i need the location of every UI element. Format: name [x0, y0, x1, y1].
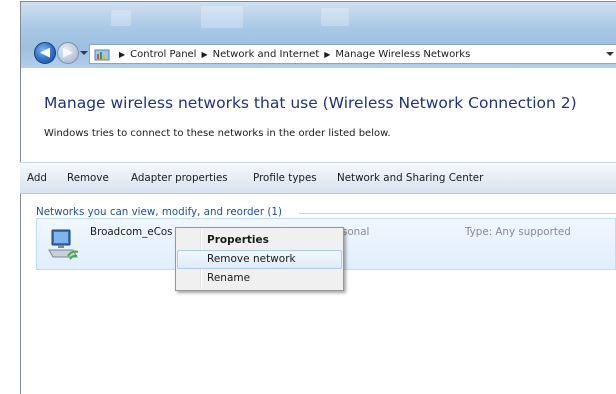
- recent-pages-dropdown-icon[interactable]: [80, 51, 88, 55]
- menu-item-rename[interactable]: Rename: [177, 269, 342, 288]
- adapter-properties-button[interactable]: Adapter properties: [131, 172, 228, 184]
- menu-item-remove-network[interactable]: Remove network: [177, 250, 342, 269]
- breadcrumb-network-and-internet[interactable]: Network and Internet: [213, 49, 320, 60]
- remove-button[interactable]: Remove: [67, 172, 109, 184]
- breadcrumb-separator-icon[interactable]: ▶: [324, 50, 330, 59]
- back-button[interactable]: ◀: [34, 42, 56, 64]
- window-titlebar: ◀ ▶ ▶ Control Panel ▶ Network and Intern…: [21, 2, 616, 68]
- add-button[interactable]: Add: [27, 172, 47, 184]
- explorer-window: ◀ ▶ ▶ Control Panel ▶ Network and Intern…: [20, 1, 616, 394]
- command-toolbar: Add Remove Adapter properties Profile ty…: [20, 162, 616, 194]
- group-divider: [299, 213, 616, 214]
- breadcrumb-control-panel[interactable]: Control Panel: [130, 49, 196, 60]
- wireless-network-icon: [46, 226, 82, 266]
- menu-item-properties[interactable]: Properties: [177, 231, 342, 250]
- menu-item-label: Properties: [207, 234, 269, 246]
- navigation-row: ◀ ▶ ▶ Control Panel ▶ Network and Intern…: [21, 39, 616, 67]
- page-title: Manage wireless networks that use (Wirel…: [44, 94, 577, 112]
- network-group-header[interactable]: Networks you can view, modify, and reord…: [36, 206, 282, 218]
- control-panel-icon: [94, 48, 110, 61]
- glass-decoration: [111, 10, 131, 26]
- address-dropdown-icon[interactable]: [606, 52, 614, 56]
- network-type: Type: Any supported: [465, 226, 571, 238]
- menu-item-label: Rename: [207, 272, 251, 284]
- network-sharing-center-button[interactable]: Network and Sharing Center: [337, 172, 483, 184]
- breadcrumb-separator-icon[interactable]: ▶: [201, 50, 207, 59]
- network-security: sonal: [342, 226, 370, 238]
- breadcrumb-manage-wireless-networks[interactable]: Manage Wireless Networks: [335, 49, 470, 60]
- forward-button[interactable]: ▶: [57, 42, 79, 64]
- address-bar[interactable]: ▶ Control Panel ▶ Network and Internet ▶…: [89, 44, 616, 64]
- breadcrumb-separator-icon: ▶: [119, 49, 126, 59]
- profile-types-button[interactable]: Profile types: [253, 172, 317, 184]
- network-name: Broadcom_eCos: [90, 226, 173, 238]
- context-menu: Properties Remove network Rename: [175, 227, 344, 291]
- glass-decoration: [201, 6, 243, 28]
- glass-decoration: [321, 8, 349, 26]
- menu-item-label: Remove network: [207, 253, 296, 265]
- page-description: Windows tries to connect to these networ…: [44, 128, 391, 139]
